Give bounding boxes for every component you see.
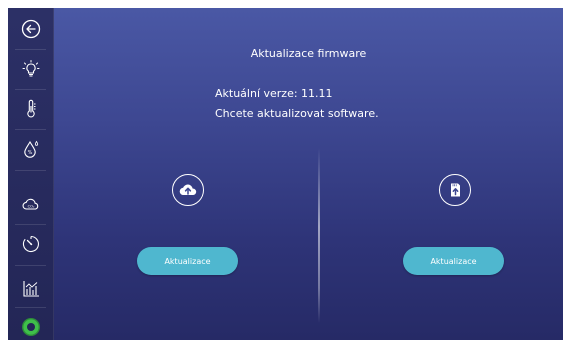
timer-icon	[22, 235, 39, 252]
sidebar-item-light[interactable]	[8, 50, 53, 87]
svg-text:CO₂: CO₂	[27, 204, 34, 208]
page-title: Aktualizace firmware	[250, 47, 367, 60]
firmware-update-panel: Aktualizace firmware Aktuální verze: 11.…	[54, 8, 563, 340]
light-icon	[22, 59, 39, 76]
svg-text:%: %	[27, 150, 32, 156]
sd-card-upload-icon	[451, 183, 460, 197]
chart-icon	[22, 280, 39, 297]
sidebar-item-temperature[interactable]	[8, 90, 53, 127]
sidebar-item-status[interactable]	[8, 308, 53, 340]
sidebar-item-humidity[interactable]: %	[8, 130, 53, 167]
update-question-text: Chcete aktualizovat software.	[215, 107, 379, 120]
sd-card-upload-button[interactable]	[439, 174, 471, 206]
current-version-text: Aktuální verze: 11.11	[215, 87, 333, 100]
status-ring-icon	[21, 317, 40, 336]
device-screen: % CO₂ Aktualizace firmware Aktuální verz…	[8, 8, 563, 340]
humidity-icon: %	[23, 140, 38, 158]
co2-cloud-icon: CO₂	[22, 198, 38, 210]
cloud-upload-button[interactable]	[172, 174, 204, 206]
sidebar-item-exit[interactable]	[8, 10, 53, 47]
sidebar: % CO₂	[8, 8, 54, 340]
sidebar-item-timer[interactable]	[8, 225, 53, 262]
thermometer-icon	[26, 99, 35, 117]
sidebar-item-co2[interactable]: CO₂	[8, 185, 53, 222]
sd-card-update-button[interactable]: Aktualizace	[403, 247, 504, 275]
cloud-upload-icon	[179, 184, 197, 196]
sidebar-item-chart[interactable]	[8, 270, 53, 307]
cloud-update-button[interactable]: Aktualizace	[137, 247, 238, 275]
exit-icon	[21, 19, 40, 38]
divider	[318, 148, 320, 323]
